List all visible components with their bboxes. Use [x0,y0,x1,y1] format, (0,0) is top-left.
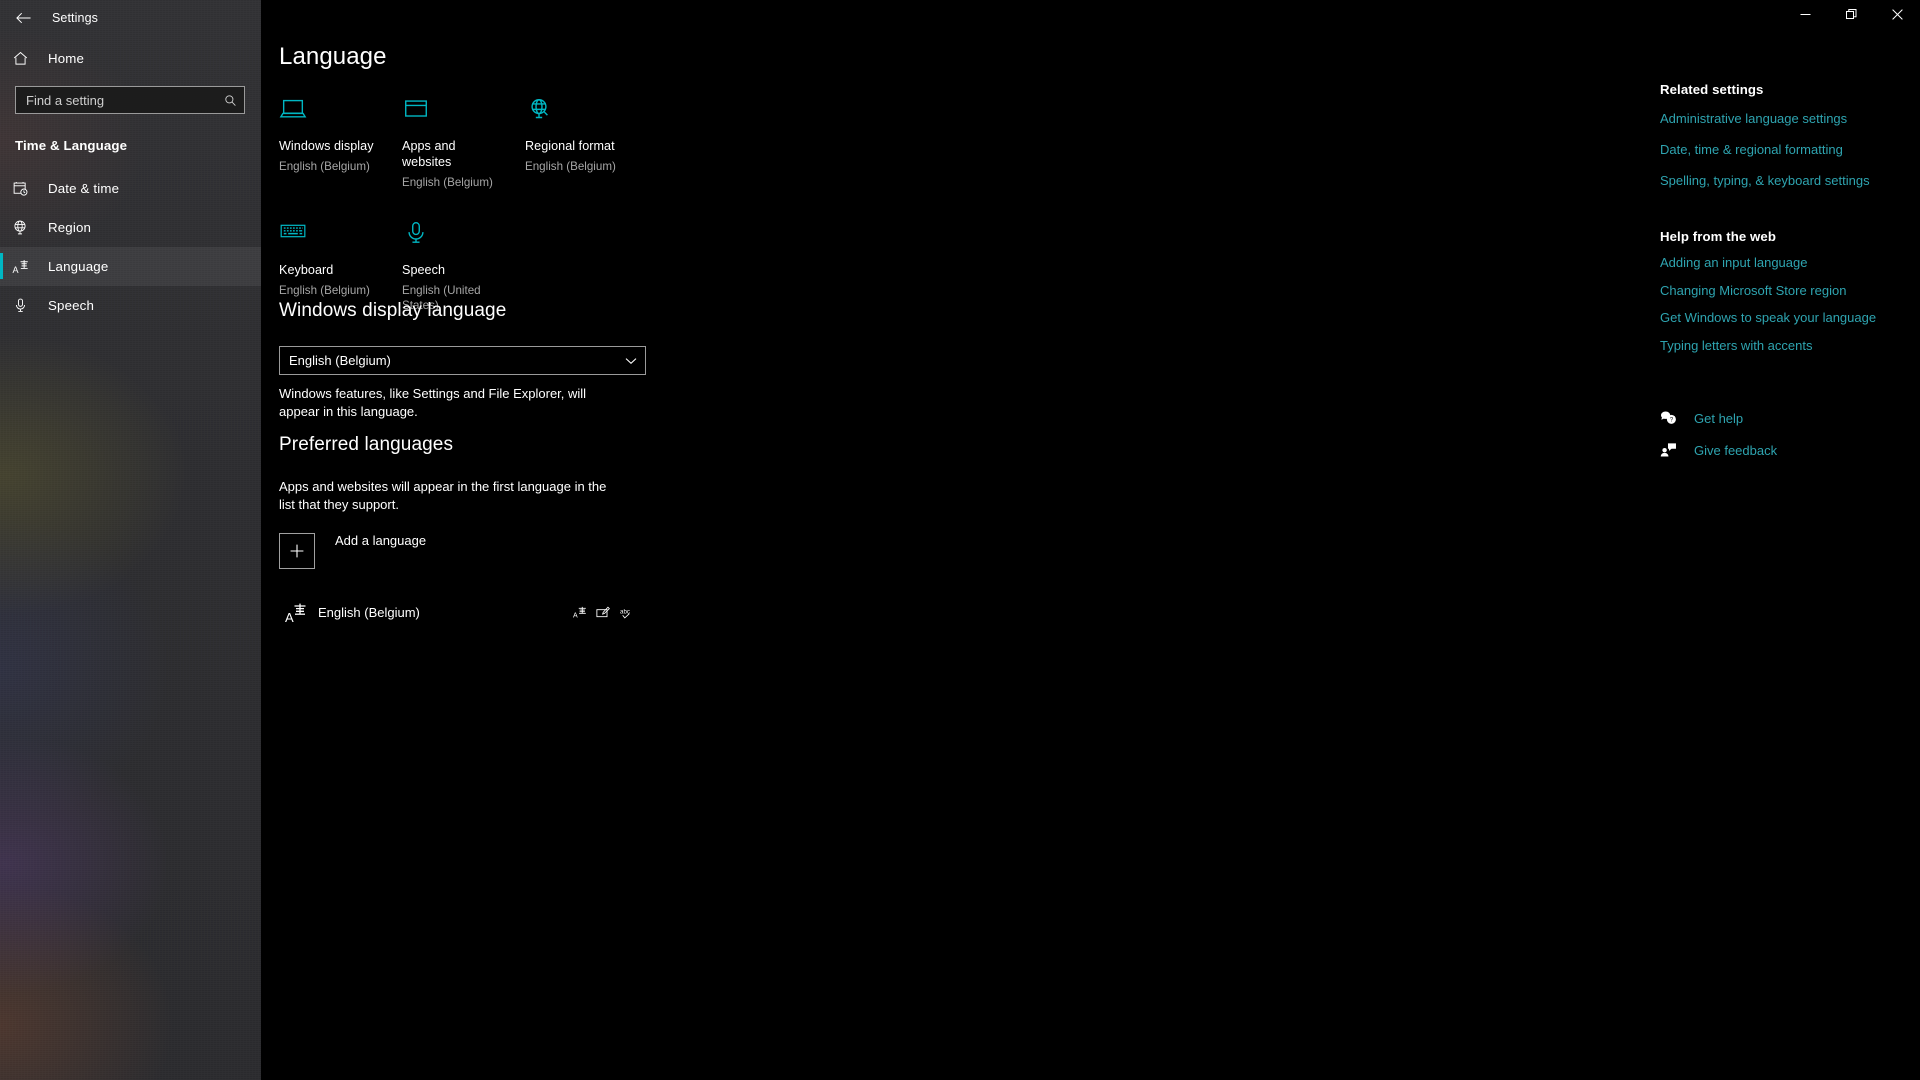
minimize-button[interactable] [1782,0,1828,32]
sidebar-item-date-time[interactable]: Date & time [0,169,261,208]
svg-text:A: A [12,264,18,274]
tile-regional-format[interactable]: Regional format English (Belgium) [525,88,630,190]
tile-regional-format-label: Regional format [525,139,615,153]
sidebar-item-speech[interactable]: Speech [0,286,261,325]
settings-window: Home Time & Language [0,0,1920,1080]
sidebar-item-home[interactable]: Home [0,40,261,76]
sidebar-nav-list: Date & time Region A Language Speech [0,169,261,325]
related-settings-links: Administrative language settings Date, t… [1660,111,1892,190]
section-preferred-languages-title: Preferred languages [279,434,454,455]
search-box[interactable] [15,86,245,114]
globe-stand-icon [525,96,630,130]
chevron-down-icon [625,357,637,365]
help-from-the-web-links: Adding an input language Changing Micros… [1660,255,1892,356]
home-icon [12,50,38,67]
language-icon: A [279,602,313,624]
give-feedback-label: Give feedback [1694,442,1778,458]
tile-apps-and-websites[interactable]: Apps and websites English (Belgium) [402,88,507,190]
link-date-time-regional-formatting[interactable]: Date, time & regional formatting [1660,142,1892,159]
microphone-icon [12,297,38,314]
preferred-languages-description: Apps and websites will appear in the fir… [279,479,607,513]
back-button[interactable] [0,2,48,34]
add-language-button[interactable]: Add a language [279,532,579,569]
help-bubble-icon: ? [1660,410,1686,426]
preferred-language-row[interactable]: A English (Belgium) A abc [279,591,646,635]
keyboard-icon [279,220,384,254]
tile-keyboard-label: Keyboard [279,262,334,277]
maximize-button[interactable] [1828,0,1874,32]
get-help-label: Get help [1694,410,1744,426]
sidebar-item-date-time-label: Date & time [48,181,120,196]
tile-windows-display-label: Windows display [279,139,374,153]
calendar-clock-icon [12,180,38,197]
globe-icon [12,219,38,236]
handwriting-icon [596,606,610,620]
svg-text:A: A [285,610,294,624]
tile-regional-format-value: English (Belgium) [525,159,616,173]
svg-text:A: A [573,613,578,620]
feedback-icon [1660,442,1686,458]
section-windows-display-language-title: Windows display language [279,300,507,321]
plus-icon [279,532,315,569]
page-title: Language [279,43,387,70]
tile-keyboard[interactable]: Keyboard English (Belgium) [279,212,384,313]
link-changing-microsoft-store-region[interactable]: Changing Microsoft Store region [1660,283,1892,300]
tile-windows-display-value: English (Belgium) [279,159,370,173]
search-input[interactable] [16,92,244,108]
link-get-windows-to-speak-your-language[interactable]: Get Windows to speak your language [1660,310,1892,327]
laptop-icon [279,96,384,130]
tile-apps-and-websites-value: English (Belgium) [402,175,493,189]
search-icon[interactable] [221,91,239,109]
input-method-icon: A [573,606,587,620]
main-content: Language Windows display English (Belgiu… [261,0,1920,1080]
link-administrative-language-settings[interactable]: Administrative language settings [1660,111,1892,128]
add-language-label: Add a language [335,532,427,548]
tile-speech-label: Speech [402,262,446,277]
close-button[interactable] [1874,0,1920,32]
section-preferred-languages: Preferred languages Apps and websites wi… [279,434,699,635]
search-container [0,76,261,114]
tile-row-1: Windows display English (Belgium) Apps a… [279,88,699,190]
right-rail: Related settings Administrative language… [1660,82,1892,458]
get-help-button[interactable]: ? Get help [1660,410,1892,426]
sidebar-item-language[interactable]: A Language [0,247,261,286]
sidebar: Home Time & Language [0,0,261,1080]
tile-keyboard-value: English (Belgium) [279,283,370,297]
related-settings-heading: Related settings [1660,82,1764,97]
sidebar-item-language-label: Language [48,259,109,274]
link-typing-letters-with-accents[interactable]: Typing letters with accents [1660,338,1892,355]
display-language-dropdown[interactable]: English (Belgium) [279,346,646,375]
microphone-icon [402,220,507,254]
preferred-language-badges: A abc [573,606,633,620]
arrow-left-icon [16,11,32,25]
display-language-description: Windows features, like Settings and File… [279,386,587,420]
window-icon [402,96,507,130]
restore-icon [1845,7,1857,25]
window-controls [1782,0,1920,32]
give-feedback-button[interactable]: Give feedback [1660,442,1892,458]
spellcheck-icon: abc [619,606,633,620]
sidebar-item-region-label: Region [48,220,92,235]
sidebar-group-header: Time & Language [15,138,128,153]
minimize-icon [1800,7,1811,25]
preferred-language-name: English (Belgium) [318,605,420,621]
sidebar-item-home-label: Home [48,50,85,66]
link-spelling-typing-keyboard-settings[interactable]: Spelling, typing, & keyboard settings [1660,173,1892,190]
tile-speech[interactable]: Speech English (United States) [402,212,507,313]
tile-row-2: Keyboard English (Belgium) Speech Englis… [279,212,699,313]
language-icon: A [12,258,38,276]
tile-apps-and-websites-label: Apps and websites [402,139,456,169]
sidebar-item-region[interactable]: Region [0,208,261,247]
close-icon [1891,7,1903,25]
sidebar-item-speech-label: Speech [48,298,94,313]
app-title: Settings [52,11,98,25]
section-windows-display-language: Windows display language English (Belgiu… [279,300,699,422]
tile-windows-display[interactable]: Windows display English (Belgium) [279,88,384,190]
rail-actions: ? Get help Give feedback [1660,410,1892,458]
display-language-dropdown-value: English (Belgium) [289,353,391,368]
language-summary-tiles: Windows display English (Belgium) Apps a… [279,88,699,313]
link-adding-an-input-language[interactable]: Adding an input language [1660,255,1892,272]
help-from-the-web-heading: Help from the web [1660,228,1777,244]
